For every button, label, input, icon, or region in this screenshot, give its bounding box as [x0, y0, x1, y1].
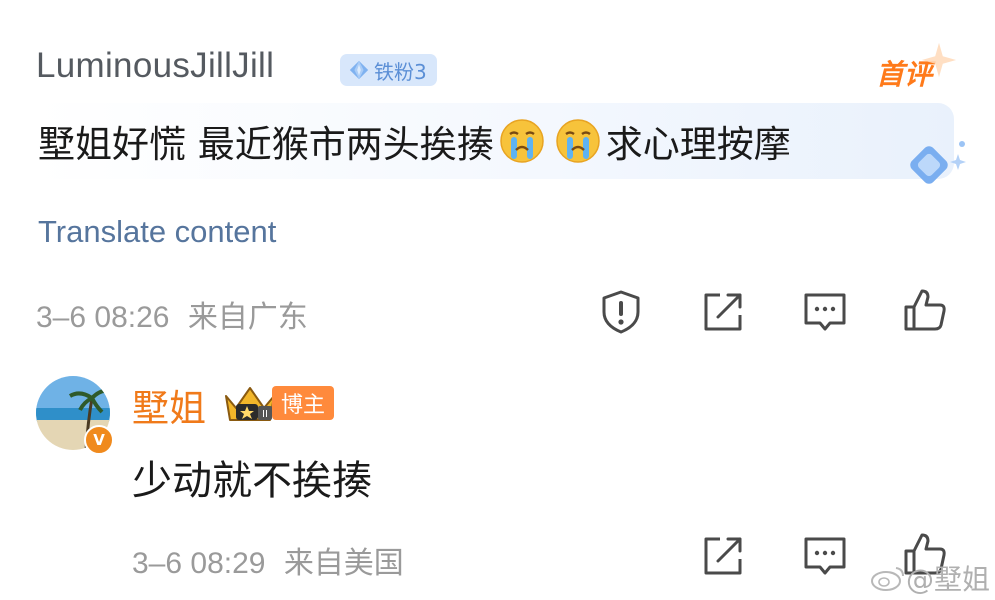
comment-text-part1: 墅姐好慌 最近猴市两头挨揍 — [38, 123, 494, 166]
share-icon[interactable] — [698, 287, 748, 337]
report-icon[interactable] — [596, 287, 646, 337]
translate-link[interactable]: Translate content — [38, 214, 276, 250]
crying-emoji-icon — [500, 119, 544, 163]
comment-location: 来自广东 — [187, 301, 308, 334]
comment-meta: 3–6 08:26 来自广东 — [36, 292, 308, 336]
fan-level-badge[interactable]: 铁粉3 — [340, 54, 437, 86]
comment-icon[interactable] — [800, 287, 850, 337]
crown-level-icon: II — [225, 387, 275, 421]
weibo-logo-icon — [871, 567, 904, 591]
like-icon[interactable] — [900, 285, 950, 335]
comment-text: 墅姐好慌 最近猴市两头挨揍 求心理按摩 — [38, 114, 791, 168]
comment-icon[interactable] — [800, 531, 850, 581]
level-label: II — [262, 409, 268, 420]
watermark: @墅姐 — [870, 558, 990, 598]
comment-text-part2: 求心理按摩 — [605, 123, 791, 166]
crying-emoji-icon — [556, 119, 600, 163]
comment-timestamp: 3–6 08:26 — [36, 301, 170, 334]
diamond-icon — [349, 60, 369, 80]
reply-timestamp: 3–6 08:29 — [132, 547, 266, 580]
reply-text: 少动就不挨揍 — [132, 458, 372, 504]
watermark-text: @墅姐 — [906, 563, 991, 596]
blogger-badge: 博主 — [272, 386, 335, 420]
highlight-gem-icon — [910, 141, 966, 184]
comment-username[interactable]: LuminousJillJill — [36, 46, 274, 86]
share-icon[interactable] — [698, 531, 748, 581]
reply-meta: 3–6 08:29 来自美国 — [132, 538, 404, 582]
reply-username[interactable]: 墅姐 — [132, 378, 206, 432]
verified-badge: V — [84, 425, 114, 455]
first-comment-badge: 首评 — [876, 42, 957, 93]
fan-level-label: 铁粉3 — [374, 59, 427, 84]
reply-location: 来自美国 — [283, 547, 404, 580]
star-sparkle-icon — [921, 42, 957, 78]
